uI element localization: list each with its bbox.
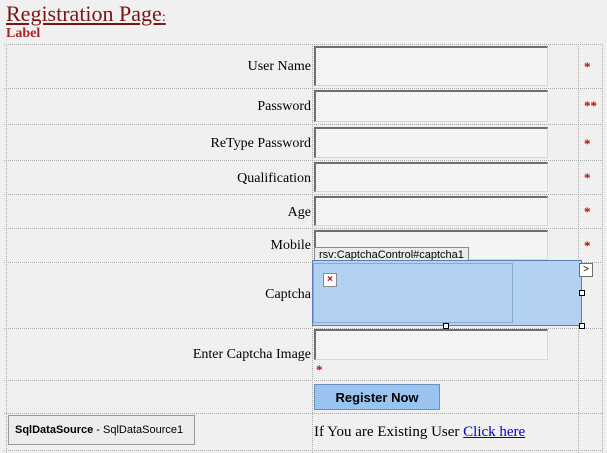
qualification-required: * bbox=[584, 170, 591, 185]
username-label: User Name bbox=[247, 59, 311, 74]
mobile-label: Mobile bbox=[270, 238, 311, 253]
grid-line bbox=[4, 160, 603, 161]
retype-password-required: * bbox=[584, 136, 591, 151]
resize-handle-bottom[interactable] bbox=[443, 323, 449, 329]
retype-password-input[interactable] bbox=[314, 127, 548, 158]
grid-line bbox=[4, 413, 603, 414]
smart-tag-arrow-icon[interactable]: > bbox=[579, 263, 593, 277]
username-input[interactable] bbox=[314, 46, 548, 86]
age-required: * bbox=[584, 204, 591, 219]
grid-line bbox=[4, 228, 603, 229]
grid-line bbox=[4, 450, 603, 451]
existing-user-text: If You are Existing User Click here bbox=[314, 423, 525, 441]
enter-captcha-label: Enter Captcha Image bbox=[192, 347, 311, 362]
grid-line bbox=[4, 124, 603, 125]
datasource-separator: - bbox=[93, 424, 104, 436]
captcha-label: Captcha bbox=[265, 287, 311, 302]
age-label: Age bbox=[287, 205, 311, 220]
password-label: Password bbox=[257, 99, 311, 114]
qualification-input[interactable] bbox=[314, 162, 548, 192]
enter-captcha-input[interactable] bbox=[314, 329, 548, 360]
captcha-control[interactable]: × bbox=[312, 260, 582, 326]
age-input[interactable] bbox=[314, 196, 548, 226]
existing-user-prompt: If You are Existing User bbox=[314, 424, 464, 440]
grid-line bbox=[6, 44, 7, 453]
resize-handle-corner[interactable] bbox=[579, 323, 585, 329]
grid-line bbox=[602, 44, 603, 453]
grid-line bbox=[4, 194, 603, 195]
resize-handle-right[interactable] bbox=[579, 290, 585, 296]
grid-line bbox=[4, 88, 603, 89]
label-control: Label bbox=[6, 26, 41, 41]
captcha-image-area: × bbox=[313, 263, 513, 323]
grid-line bbox=[312, 44, 313, 453]
datasource-id: SqlDataSource1 bbox=[103, 424, 184, 436]
page-title-text: Registration Page bbox=[6, 1, 162, 26]
qualification-label: Qualification bbox=[237, 171, 311, 186]
grid-line bbox=[578, 44, 579, 453]
grid-line bbox=[4, 380, 603, 381]
mobile-required: * bbox=[584, 238, 591, 253]
sqldatasource-component[interactable]: SqlDataSource - SqlDataSource1 bbox=[8, 415, 195, 445]
enter-captcha-required: * bbox=[316, 362, 323, 377]
click-here-link[interactable]: Click here bbox=[463, 424, 525, 440]
grid-line bbox=[4, 44, 603, 45]
page-title-colon: : bbox=[161, 10, 166, 25]
register-now-button[interactable]: Register Now bbox=[314, 384, 440, 410]
datasource-type: SqlDataSource bbox=[15, 424, 94, 436]
retype-password-label: ReType Password bbox=[210, 136, 311, 151]
username-required: * bbox=[584, 59, 591, 74]
password-required: ** bbox=[584, 98, 597, 113]
password-input[interactable] bbox=[314, 90, 548, 122]
broken-image-icon: × bbox=[323, 273, 337, 287]
